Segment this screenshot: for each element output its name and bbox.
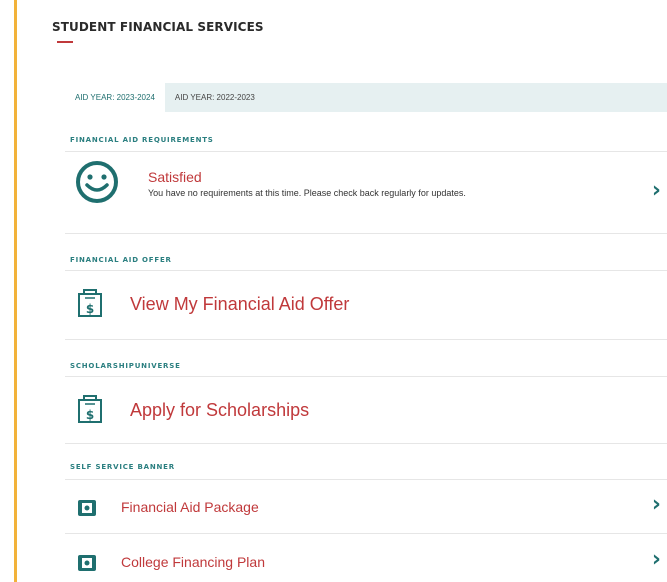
tabs-bar-fill [264,83,667,112]
package-icon [78,555,96,571]
money-document-icon: $ [78,395,102,423]
divider [65,443,667,444]
financial-aid-offer-row[interactable]: $ View My Financial Aid Offer [65,271,667,335]
tab-aid-year-2023-2024[interactable]: AID YEAR: 2023-2024 [65,83,165,112]
aid-year-tabs: AID YEAR: 2023-2024 AID YEAR: 2022-2023 [65,83,667,112]
section-heading-requirements: FINANCIAL AID REQUIREMENTS [70,136,214,144]
view-financial-aid-offer-link[interactable]: View My Financial Aid Offer [130,294,349,315]
divider [65,339,667,340]
financial-aid-package-link[interactable]: Financial Aid Package [121,499,259,515]
smiley-icon [76,161,118,203]
scholarships-row[interactable]: $ Apply for Scholarships [65,377,667,441]
section-heading-banner: SELF SERVICE BANNER [70,463,175,471]
requirements-row[interactable]: Satisfied You have no requirements at th… [65,152,667,232]
page-title: STUDENT FINANCIAL SERVICES [52,20,264,34]
left-accent-bar [14,0,17,582]
college-financing-plan-link[interactable]: College Financing Plan [121,554,265,570]
requirements-status: Satisfied [148,169,202,185]
divider [65,233,667,234]
requirements-description: You have no requirements at this time. P… [148,188,466,198]
svg-text:$: $ [86,302,94,316]
section-heading-scholarships: SCHOLARSHIPUNIVERSE [70,362,181,370]
svg-text:$: $ [86,408,94,422]
college-financing-plan-row[interactable]: College Financing Plan › [65,534,667,582]
chevron-right-icon[interactable]: › [652,547,661,572]
apply-for-scholarships-link[interactable]: Apply for Scholarships [130,400,309,421]
chevron-right-icon[interactable]: › [652,178,661,203]
financial-aid-package-row[interactable]: Financial Aid Package › [65,480,667,532]
package-icon [78,500,96,516]
tab-aid-year-2022-2023[interactable]: AID YEAR: 2022-2023 [164,83,265,112]
money-document-icon: $ [78,289,102,317]
section-heading-offer: FINANCIAL AID OFFER [70,256,172,264]
title-underline [57,41,73,43]
chevron-right-icon[interactable]: › [652,492,661,517]
